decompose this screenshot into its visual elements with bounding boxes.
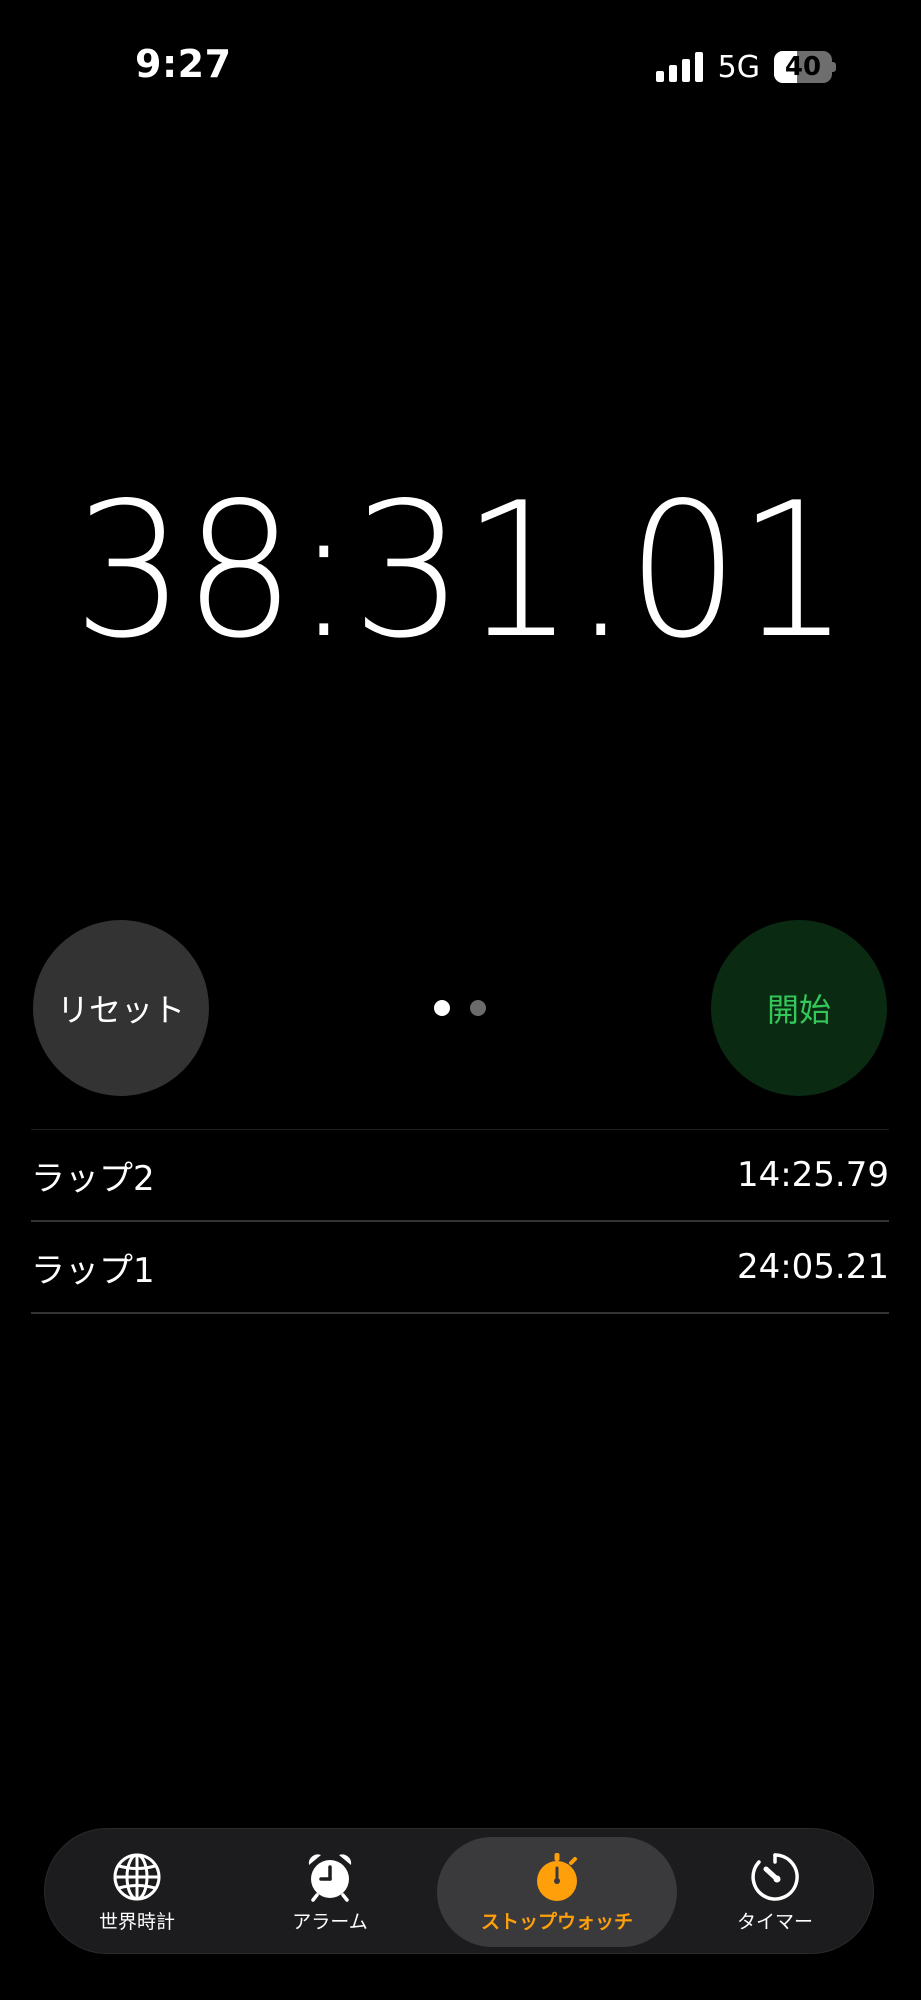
status-time: 9:27 <box>135 42 232 86</box>
lap-time: 24:05.21 <box>736 1247 889 1287</box>
stopwatch-readout: 38:31.01 <box>72 462 850 679</box>
tab-stopwatch[interactable]: ストップウォッチ <box>437 1837 677 1947</box>
lap-row: ラップ1 24:05.21 <box>31 1222 889 1314</box>
battery-icon: 40 <box>774 51 836 83</box>
tab-label: アラーム <box>292 1910 368 1933</box>
reset-button[interactable]: リセット <box>33 920 209 1096</box>
alarm-clock-icon <box>308 1853 352 1902</box>
battery-tip <box>832 62 836 72</box>
lap-label: ラップ1 <box>31 1250 155 1291</box>
tab-world-clock[interactable]: 世界時計 <box>59 1837 215 1947</box>
battery-level: 40 <box>784 52 822 82</box>
page-dot-2[interactable] <box>470 1000 486 1016</box>
timer-icon <box>751 1852 799 1901</box>
stopwatch-screen: 9:27 5G 40 38:31.01 リセット 開始 ラップ2 14:25.7… <box>0 0 921 2000</box>
lap-row: ラップ2 14:25.79 <box>31 1130 889 1222</box>
status-indicators: 5G 40 <box>655 49 836 85</box>
tab-label: タイマー <box>736 1910 813 1933</box>
tab-timer[interactable]: タイマー <box>697 1837 853 1947</box>
page-dot-1[interactable] <box>434 1000 450 1016</box>
stopwatch-icon <box>537 1852 577 1901</box>
tab-label: 世界時計 <box>98 1910 175 1933</box>
cellular-signal-icon <box>655 52 703 82</box>
lap-list: ラップ2 14:25.79 ラップ1 24:05.21 <box>31 1129 889 1314</box>
globe-icon <box>113 1853 161 1900</box>
start-button[interactable]: 開始 <box>711 920 887 1096</box>
network-type: 5G <box>717 49 760 85</box>
lap-time: 14:25.79 <box>736 1155 889 1195</box>
lap-label: ラップ2 <box>31 1158 155 1199</box>
page-indicator[interactable] <box>434 1000 486 1016</box>
tab-alarm[interactable]: アラーム <box>235 1837 425 1947</box>
tab-bar: 世界時計 アラーム ストップウォッチ タイマー <box>44 1828 874 1954</box>
tab-label: ストップウォッチ <box>480 1910 633 1933</box>
